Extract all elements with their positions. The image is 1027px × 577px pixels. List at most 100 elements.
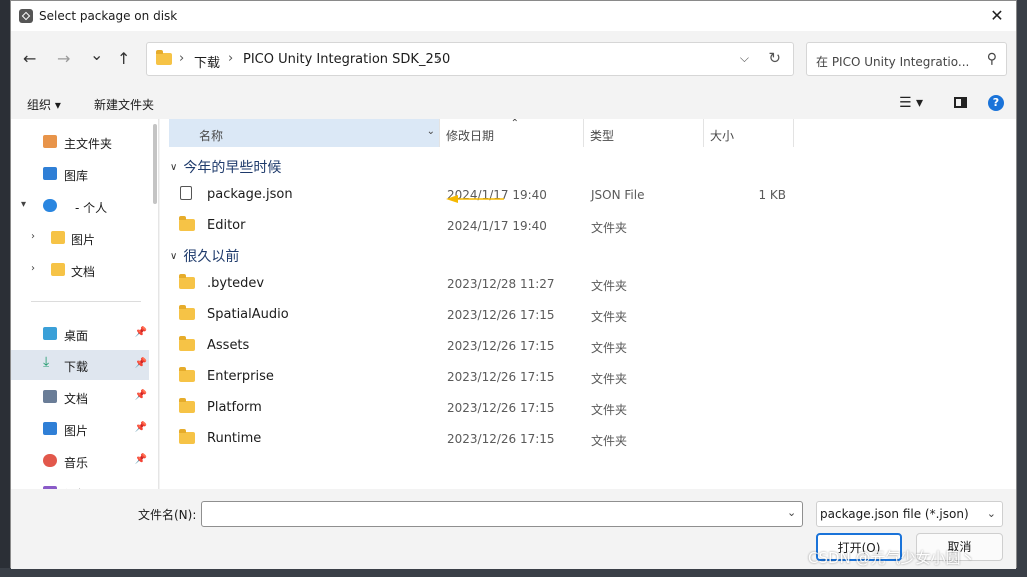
file-type: 文件夹	[591, 434, 628, 448]
address-bar[interactable]: › 下载 › PICO Unity Integration SDK_250 › …	[146, 42, 794, 76]
navigation-pane: 主文件夹 图库 ▾ - 个人 › 图片 › 文档 桌面 📌 ⤓ 下载 📌 文档 …	[11, 119, 159, 489]
group-header-long-ago[interactable]: ∨ 很久以前	[170, 246, 239, 266]
filename-dropdown-icon[interactable]: ⌄	[787, 506, 796, 519]
group-label: 今年的早些时候	[183, 160, 282, 176]
column-header-type[interactable]: 类型	[584, 119, 704, 147]
file-modified: 2023/12/26 17:15	[447, 308, 555, 322]
sidebar-item-label: 主文件夹	[64, 137, 113, 151]
chevron-down-icon[interactable]: ⌄	[427, 126, 435, 137]
document-icon	[43, 390, 57, 403]
file-name: package.json	[207, 187, 293, 202]
folder-row[interactable]: Editor 2024/1/17 19:40 文件夹	[160, 210, 1016, 241]
filetype-select[interactable]: package.json file (*.json) ⌄	[816, 501, 1003, 527]
breadcrumb-separator[interactable]: ›	[228, 51, 233, 66]
search-box[interactable]: 在 PICO Unity Integratio... ⚲	[806, 42, 1007, 76]
chevron-down-icon[interactable]: ∨	[170, 251, 177, 262]
file-modified: 2023/12/28 11:27	[447, 277, 555, 291]
folder-row[interactable]: Assets 2023/12/26 17:15 文件夹	[160, 330, 1016, 361]
pin-icon[interactable]: 📌	[135, 358, 147, 369]
file-type: 文件夹	[591, 279, 628, 293]
help-icon[interactable]: ?	[988, 95, 1004, 111]
folder-icon	[179, 398, 195, 413]
column-header-size[interactable]: 大小	[704, 119, 794, 147]
file-type: 文件夹	[591, 341, 628, 355]
view-options-icon[interactable]: ☰ ▾	[899, 95, 923, 111]
recent-locations-icon[interactable]: ⌄	[90, 45, 103, 64]
watermark: CSDN @元气少女小圆丶	[808, 549, 976, 567]
sidebar-item-label: - 个人	[75, 201, 108, 215]
sidebar-item-documents[interactable]: 文档 📌	[11, 382, 149, 412]
window-title: Select package on disk	[39, 9, 178, 23]
folder-row[interactable]: SpatialAudio 2023/12/26 17:15 文件夹	[160, 299, 1016, 330]
refresh-icon[interactable]: ↻	[768, 49, 781, 67]
chevron-down-icon[interactable]: ∨	[170, 162, 177, 173]
folder-row[interactable]: .bytedev 2023/12/28 11:27 文件夹	[160, 268, 1016, 299]
folder-icon	[179, 274, 195, 289]
unity-icon	[19, 9, 33, 23]
search-placeholder: 在 PICO Unity Integratio...	[816, 55, 970, 69]
sidebar-item-onedrive[interactable]: ▾ - 个人	[11, 191, 149, 221]
sidebar-item-pictures[interactable]: 图片 📌	[11, 414, 149, 444]
organize-menu[interactable]: 组织 ▾	[27, 96, 61, 113]
sidebar-item-music[interactable]: 音乐 📌	[11, 446, 149, 476]
file-name: SpatialAudio	[207, 307, 289, 322]
chevron-right-icon[interactable]: ›	[31, 263, 35, 274]
chevron-right-icon[interactable]: ›	[31, 231, 35, 242]
breadcrumb-sdk-folder[interactable]: PICO Unity Integration SDK_250	[243, 52, 450, 67]
pin-icon[interactable]: 📌	[135, 390, 147, 401]
file-modified: 2024/1/17 19:40	[447, 219, 547, 233]
close-icon[interactable]: ✕	[982, 3, 1012, 29]
chevron-down-icon[interactable]: ▾	[21, 199, 26, 210]
folder-row[interactable]: Enterprise 2023/12/26 17:15 文件夹	[160, 361, 1016, 392]
pin-icon[interactable]: 📌	[135, 422, 147, 433]
breadcrumb-separator[interactable]: ›	[436, 51, 441, 66]
folder-icon	[179, 305, 195, 320]
column-header-name[interactable]: 名称 ⌄	[169, 119, 440, 147]
folder-row[interactable]: Platform 2023/12/26 17:15 文件夹	[160, 392, 1016, 423]
column-header-modified[interactable]: 修改日期 ⌃	[440, 119, 584, 147]
sidebar-item-videos[interactable]: 视频	[11, 478, 149, 489]
group-header-earlier-this-year[interactable]: ∨ 今年的早些时候	[170, 157, 281, 177]
filename-input[interactable]	[201, 501, 803, 527]
sidebar-item-downloads[interactable]: ⤓ 下载 📌	[11, 350, 149, 380]
file-list: 名称 ⌄ 修改日期 ⌃ 类型 大小 ∨ 今年的早些时候 package.json …	[160, 119, 1016, 489]
back-arrow-icon[interactable]: ←	[23, 49, 36, 68]
sidebar-item-home[interactable]: 主文件夹	[11, 127, 149, 157]
sidebar-item-desktop[interactable]: 桌面 📌	[11, 319, 149, 349]
filename-label: 文件名(N):	[138, 508, 197, 522]
breadcrumb-separator[interactable]: ›	[179, 51, 184, 66]
file-name: Runtime	[207, 431, 262, 446]
arrow-annotation-icon	[446, 195, 504, 203]
folder-row[interactable]: Runtime 2023/12/26 17:15 文件夹	[160, 423, 1016, 454]
new-folder-button[interactable]: 新建文件夹	[94, 96, 154, 113]
up-arrow-icon[interactable]: ↑	[117, 49, 130, 68]
navigation-bar: ← → ⌄ ↑ › 下载 › PICO Unity Integration SD…	[11, 31, 1016, 87]
pin-icon[interactable]: 📌	[135, 327, 147, 338]
file-row[interactable]: package.json 2024/1/17 19:40 JSON File 1…	[160, 179, 1016, 210]
folder-icon	[156, 50, 172, 65]
column-header-label: 类型	[590, 129, 615, 143]
file-type: JSON File	[591, 188, 645, 202]
sidebar-item-label: 图片	[64, 424, 89, 438]
sidebar-item-label: 文档	[64, 392, 89, 406]
background-app-bottom	[0, 568, 1027, 577]
address-dropdown-icon[interactable]: ⌵	[740, 51, 749, 66]
title-bar: Select package on disk ✕	[11, 1, 1016, 31]
sidebar-scrollbar[interactable]	[153, 124, 157, 204]
column-header-label: 修改日期	[446, 129, 495, 143]
pin-icon[interactable]: 📌	[135, 454, 147, 465]
sidebar-item-documents-cloud[interactable]: › 文档	[11, 255, 149, 285]
picture-icon	[43, 422, 57, 435]
sidebar-item-label: 图库	[64, 169, 89, 183]
search-icon[interactable]: ⚲	[987, 51, 997, 67]
folder-icon	[179, 367, 195, 382]
sidebar-item-pictures-cloud[interactable]: › 图片	[11, 223, 149, 253]
forward-arrow-icon[interactable]: →	[57, 49, 70, 68]
file-modified: 2023/12/26 17:15	[447, 432, 555, 446]
sidebar-item-gallery[interactable]: 图库	[11, 159, 149, 189]
breadcrumb-downloads[interactable]: 下载	[194, 52, 220, 71]
group-label: 很久以前	[183, 249, 240, 265]
chevron-down-icon[interactable]: ⌄	[987, 507, 996, 520]
preview-pane-icon[interactable]	[954, 97, 967, 108]
desktop-icon	[43, 327, 57, 340]
